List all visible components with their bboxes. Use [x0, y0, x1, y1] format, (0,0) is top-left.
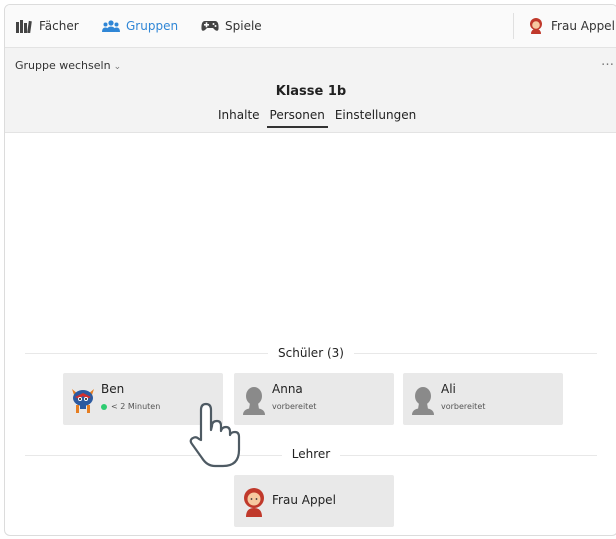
user-menu[interactable]: Frau Appel	[527, 5, 615, 47]
group-switch-label: Gruppe wechseln	[15, 59, 111, 72]
user-name: Frau Appel	[551, 19, 615, 33]
online-indicator-icon	[101, 403, 107, 410]
person-placeholder-icon	[409, 383, 437, 415]
nav-separator	[513, 13, 514, 39]
nav-spiele[interactable]: Spiele	[201, 5, 262, 47]
group-switch-dropdown[interactable]: Gruppe wechseln ⌄	[15, 59, 121, 72]
tab-personen[interactable]: Personen	[266, 106, 328, 128]
student-name: Ben	[101, 382, 125, 396]
teacher-avatar-icon	[527, 18, 545, 34]
student-status: vorbereitet	[441, 402, 486, 411]
app-window: Fächer Gruppen Spiele Frau Appel Gruppe …	[4, 4, 616, 536]
nav-gruppen-label: Gruppen	[126, 19, 179, 33]
student-name: Anna	[272, 382, 303, 396]
top-navigation: Fächer Gruppen Spiele Frau Appel	[5, 5, 616, 48]
tab-inhalte[interactable]: Inhalte	[215, 106, 263, 126]
student-card-anna[interactable]: Anna vorbereitet	[234, 373, 394, 425]
group-title: Klasse 1b	[275, 84, 347, 99]
teacher-avatar-icon	[240, 485, 268, 517]
teachers-section-title: Lehrer	[5, 447, 616, 461]
gamepad-icon	[201, 19, 219, 33]
nav-faecher-label: Fächer	[39, 19, 79, 33]
chevron-down-icon: ⌄	[113, 62, 122, 72]
student-status: < 2 Minuten	[101, 402, 160, 411]
teacher-name: Frau Appel	[272, 493, 336, 507]
nav-gruppen[interactable]: Gruppen	[102, 5, 178, 47]
nav-faecher[interactable]: Fächer	[15, 5, 79, 47]
group-header: Gruppe wechseln ⌄ … Klasse 1b Inhalte Per…	[5, 48, 616, 133]
student-name: Ali	[441, 382, 456, 396]
tab-einstellungen[interactable]: Einstellungen	[332, 106, 419, 126]
student-status: vorbereitet	[272, 402, 317, 411]
books-icon	[15, 19, 33, 33]
hand-pointer-icon	[189, 402, 241, 468]
student-card-ali[interactable]: Ali vorbereitet	[403, 373, 563, 425]
monster-avatar-icon	[69, 383, 97, 415]
teacher-card-frau-appel[interactable]: Frau Appel	[234, 475, 394, 527]
more-options-icon[interactable]: …	[601, 54, 615, 69]
nav-spiele-label: Spiele	[225, 19, 262, 33]
users-icon	[102, 19, 120, 33]
group-tabs: Inhalte Personen Einstellungen	[215, 106, 423, 128]
students-section-title: Schüler (3)	[5, 346, 616, 360]
